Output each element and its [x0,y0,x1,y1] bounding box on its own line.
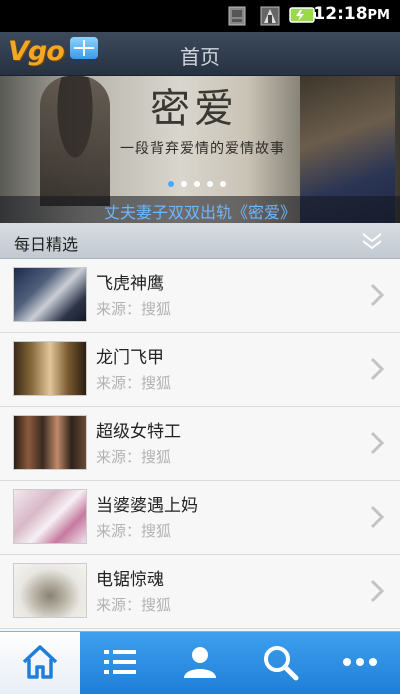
list-icon [104,650,136,674]
item-source: 来源：搜狐 [96,300,172,318]
thumbnail-image [13,415,87,470]
tab-user[interactable] [160,632,240,694]
promo-banner[interactable]: 密爱 一段背弃爱情的爱情故事 丈夫妻子双双出轨《密爱》 [0,76,400,223]
signal-icon [260,6,280,26]
chevron-right-icon [370,357,384,381]
chevron-right-icon [370,579,384,603]
more-icon [343,658,377,666]
home-icon [22,645,58,679]
tab-search[interactable] [240,632,320,694]
page-title: 首页 [180,45,220,69]
banner-figure-left [40,76,110,206]
section-title: 每日精选 [14,235,79,254]
item-title: 超级女特工 [96,422,181,442]
pager-dot-active[interactable] [168,181,174,187]
item-title: 飞虎神鹰 [96,274,164,294]
app-header: Vgo 首页 [0,32,400,76]
chevron-right-icon [370,283,384,307]
banner-image-subtitle: 一段背弃爱情的爱情故事 [120,141,285,157]
tab-more[interactable] [320,632,400,694]
item-title: 龙门飞甲 [96,348,164,368]
list-item[interactable]: 电锯惊魂 来源：搜狐 [0,555,400,629]
clock: 12:18PM [313,4,390,24]
search-icon [264,646,299,681]
image-icon [228,6,246,26]
item-source: 来源：搜狐 [96,596,172,614]
thumbnail-image [13,341,87,396]
banner-image-title: 密爱 [150,86,238,132]
user-icon [184,647,216,678]
bottom-tab-bar [0,631,400,694]
pager-dot[interactable] [207,181,213,187]
chevron-right-icon [370,505,384,529]
thumbnail-image [13,489,87,544]
double-chevron-down-icon[interactable] [360,231,384,251]
section-header[interactable]: 每日精选 [0,223,400,259]
thumbnail-image [13,267,87,322]
list-item[interactable]: 飞虎神鹰 来源：搜狐 [0,259,400,333]
thumbnail-image [13,563,87,618]
pager-dot[interactable] [220,181,226,187]
item-source: 来源：搜狐 [96,374,172,392]
pager-dot[interactable] [194,181,200,187]
chevron-right-icon [370,431,384,455]
banner-caption[interactable]: 丈夫妻子双双出轨《密爱》 [0,199,400,223]
item-title: 电锯惊魂 [96,570,164,590]
item-source: 来源：搜狐 [96,522,172,540]
list-item[interactable]: 龙门飞甲 来源：搜狐 [0,333,400,407]
featured-list: 飞虎神鹰 来源：搜狐 龙门飞甲 来源：搜狐 超级女特工 来源：搜狐 当婆婆遇上妈… [0,259,400,631]
item-source: 来源：搜狐 [96,448,172,466]
list-item[interactable]: 超级女特工 来源：搜狐 [0,407,400,481]
list-item[interactable]: 当婆婆遇上妈 来源：搜狐 [0,481,400,555]
pager-dot[interactable] [181,181,187,187]
item-title: 当婆婆遇上妈 [96,496,198,516]
status-bar: 12:18PM [0,0,400,32]
tab-home[interactable] [0,632,80,694]
tab-list[interactable] [80,632,160,694]
